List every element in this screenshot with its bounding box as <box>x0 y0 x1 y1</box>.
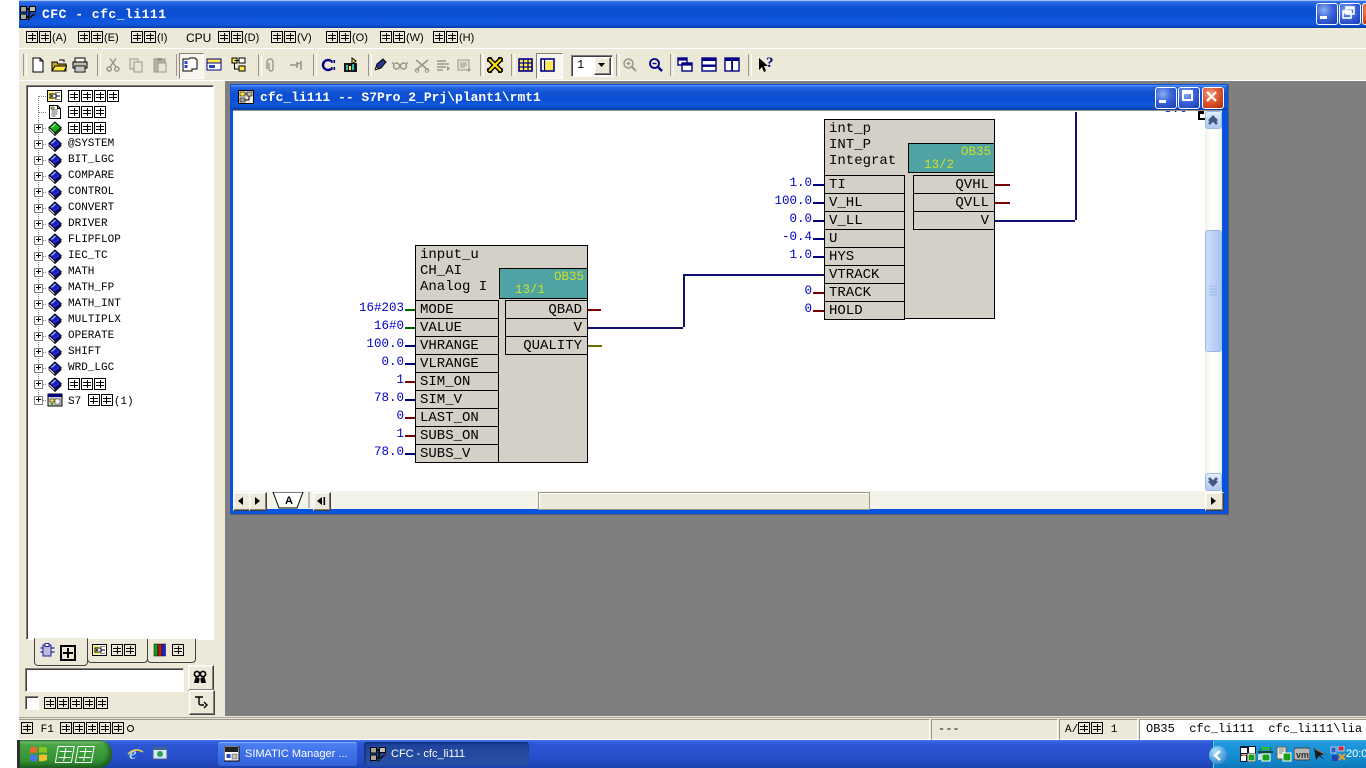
svg-text:A: A <box>285 495 293 507</box>
svg-text:vm: vm <box>1296 750 1309 760</box>
svg-text:e: e <box>129 744 137 763</box>
